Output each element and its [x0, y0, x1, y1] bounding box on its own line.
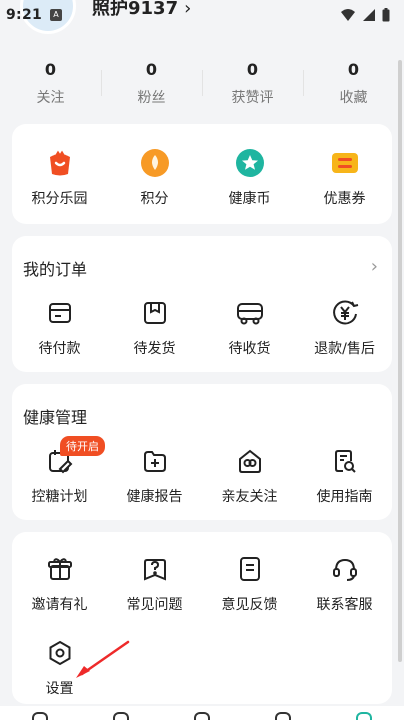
service-label: 常见问题 [126, 597, 183, 613]
health-label: 亲友关注 [221, 489, 278, 505]
invite-gift-item[interactable]: 邀请有礼 [12, 552, 107, 614]
points-card: 积分乐园 积分 健康币 优惠券 [12, 124, 392, 224]
service-label: 邀请有礼 [31, 597, 88, 613]
points-grid: 积分乐园 积分 健康币 优惠券 [12, 146, 392, 208]
report-folder-icon [138, 444, 172, 478]
points-item[interactable]: 积分 [107, 146, 202, 208]
health-label: 健康报告 [126, 489, 183, 505]
faq-icon [138, 552, 172, 586]
battery-icon [382, 8, 390, 22]
health-coin-item[interactable]: 健康币 [202, 146, 297, 208]
feedback-item[interactable]: 意见反馈 [202, 552, 297, 614]
health-coin-icon [233, 146, 267, 180]
order-label: 待发货 [133, 341, 176, 357]
health-label: 使用指南 [316, 489, 373, 505]
guide-icon [328, 444, 362, 478]
settings-label: 设置 [45, 681, 74, 697]
nav-home-icon[interactable] [32, 712, 49, 720]
delivery-truck-icon [233, 296, 267, 330]
family-care-icon [233, 444, 267, 478]
scrollbar[interactable] [398, 60, 402, 662]
wallet-icon [43, 296, 77, 330]
stat-value: 0 [246, 59, 259, 79]
orders-grid: 待付款 待发货 待收货 退款/售后 [12, 296, 392, 358]
customer-service-item[interactable]: 联系客服 [297, 552, 392, 614]
nav-profile-icon[interactable] [355, 712, 372, 720]
bottom-nav [0, 706, 404, 720]
annotation-arrow-icon [76, 640, 130, 678]
stats-row: 0 关注 0 粉丝 0 获赞评 0 收藏 [0, 50, 404, 116]
package-icon [138, 296, 172, 330]
health-card: 健康管理 待开启 控糖计划 健康报告 亲友关注 使用指南 [12, 384, 392, 520]
coupon-label: 优惠券 [323, 191, 366, 207]
status-bar: 9:21 A [0, 0, 404, 30]
app-notification-icon: A [50, 9, 63, 21]
gift-bag-icon [43, 146, 77, 180]
status-time: 9:21 [6, 7, 43, 23]
services-grid: 邀请有礼 常见问题 意见反馈 联系客服 [12, 552, 392, 614]
status-icons [340, 8, 390, 22]
coupon-item[interactable]: 优惠券 [297, 146, 392, 208]
stat-favorites[interactable]: 0 收藏 [303, 50, 404, 116]
invite-gift-icon [43, 552, 77, 586]
headset-icon [328, 552, 362, 586]
nav-tab-icon[interactable] [113, 712, 130, 720]
stat-label: 关注 [36, 89, 65, 106]
order-pending-payment[interactable]: 待付款 [12, 296, 107, 358]
order-pending-receipt[interactable]: 待收货 [202, 296, 297, 358]
guide-item[interactable]: 使用指南 [297, 444, 392, 506]
status-badge: 待开启 [60, 436, 105, 456]
stat-label: 获赞评 [231, 89, 274, 106]
stat-value: 0 [44, 59, 57, 79]
nav-tab-icon[interactable] [274, 712, 291, 720]
points-coin-icon [138, 146, 172, 180]
points-park-label: 积分乐园 [31, 191, 88, 207]
stat-label: 粉丝 [137, 89, 166, 106]
family-care-item[interactable]: 亲友关注 [202, 444, 297, 506]
stat-value: 0 [347, 59, 360, 79]
stat-label: 收藏 [339, 89, 368, 106]
stat-following[interactable]: 0 关注 [0, 50, 101, 116]
refund-icon [328, 296, 362, 330]
services-grid-row2: 设置 [12, 636, 392, 698]
order-label: 退款/售后 [314, 341, 375, 357]
health-coin-label: 健康币 [228, 191, 271, 207]
stat-followers[interactable]: 0 粉丝 [101, 50, 202, 116]
service-label: 联系客服 [316, 597, 373, 613]
points-park-item[interactable]: 积分乐园 [12, 146, 107, 208]
chevron-right-icon[interactable]: › [371, 256, 378, 277]
health-grid: 待开启 控糖计划 健康报告 亲友关注 使用指南 [12, 436, 392, 506]
faq-item[interactable]: 常见问题 [107, 552, 202, 614]
order-refund[interactable]: 退款/售后 [297, 296, 392, 358]
wifi-icon [341, 9, 355, 21]
order-label: 待收货 [228, 341, 271, 357]
orders-title: 我的订单 [23, 260, 88, 279]
signal-icon [363, 9, 375, 21]
health-label: 控糖计划 [31, 489, 88, 505]
health-title: 健康管理 [23, 408, 88, 427]
feedback-icon [233, 552, 267, 586]
stat-value: 0 [145, 59, 158, 79]
service-label: 意见反馈 [221, 597, 278, 613]
points-label: 积分 [140, 191, 169, 207]
order-pending-shipment[interactable]: 待发货 [107, 296, 202, 358]
stat-likes[interactable]: 0 获赞评 [202, 50, 303, 116]
orders-card: 我的订单 › 待付款 待发货 待收货 退款/售后 [12, 236, 392, 372]
coupon-icon [328, 146, 362, 180]
nav-tab-icon[interactable] [193, 712, 210, 720]
services-card: 邀请有礼 常见问题 意见反馈 联系客服 设置 [12, 532, 392, 704]
order-label: 待付款 [38, 341, 81, 357]
sugar-plan-item[interactable]: 待开启 控糖计划 [12, 436, 107, 506]
health-report-item[interactable]: 健康报告 [107, 444, 202, 506]
